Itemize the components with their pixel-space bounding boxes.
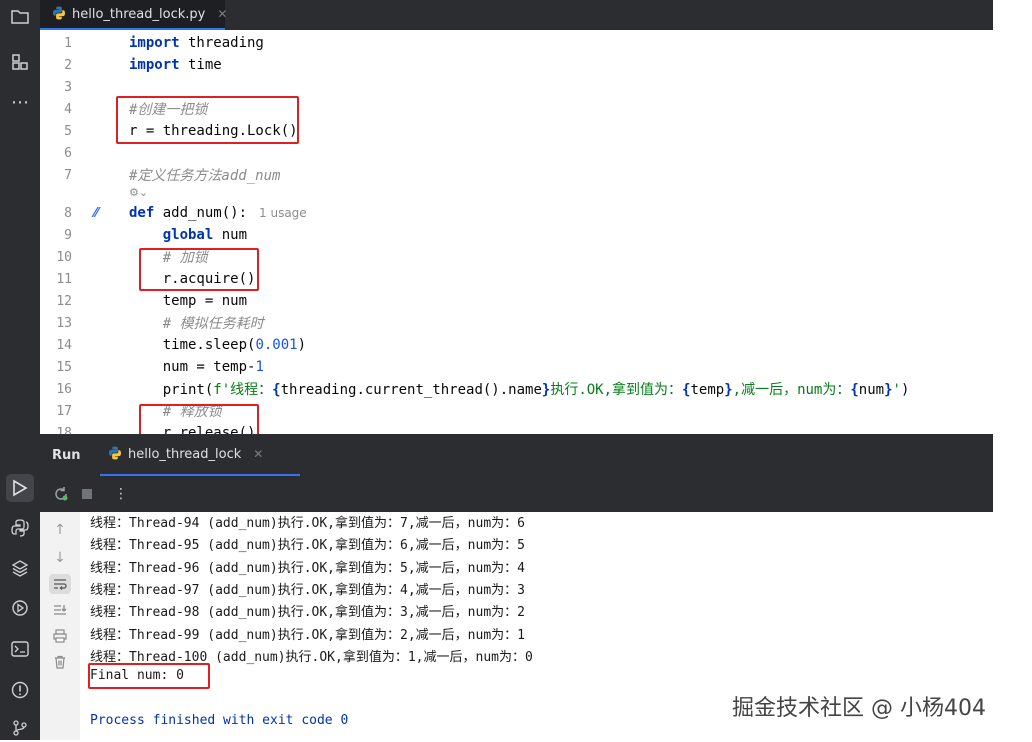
code-editor[interactable]: 1 import threading 2 import time 3 4 #创建一把锁 5 r … bbox=[40, 30, 993, 434]
folder-icon[interactable] bbox=[6, 2, 34, 30]
highlight-final-num bbox=[88, 663, 210, 689]
editor-tab-hello-thread-lock[interactable]: hello_thread_lock.py ✕ bbox=[40, 0, 227, 30]
line-number: 5 bbox=[64, 123, 72, 139]
code-line[interactable]: 8 def add_num(): 1 usage bbox=[40, 202, 993, 224]
highlight-acquire bbox=[139, 248, 259, 291]
soft-wrap-icon[interactable] bbox=[49, 574, 71, 594]
rerun-icon[interactable] bbox=[50, 484, 72, 504]
line-number: 2 bbox=[64, 57, 72, 73]
arrow-up-icon[interactable]: ↑ bbox=[49, 520, 71, 540]
line-number: 17 bbox=[56, 403, 72, 419]
code-line[interactable]: 15 num = temp-1 bbox=[40, 356, 993, 378]
run-side-toolbar: ↑ ↓ bbox=[40, 512, 81, 740]
code-line[interactable]: 9 global num bbox=[40, 224, 993, 246]
editor-tab-label: hello_thread_lock.py bbox=[72, 6, 206, 22]
line-number: 7 bbox=[64, 167, 72, 183]
console-line: 线程：Thread-96 (add_num)执行.OK,拿到值为：5,减一后，n… bbox=[90, 560, 525, 576]
arrow-down-icon[interactable]: ↓ bbox=[49, 548, 71, 568]
console-line: 线程：Thread-95 (add_num)执行.OK,拿到值为：6,减一后，n… bbox=[90, 538, 525, 554]
code-line[interactable]: 7 #定义任务方法add_num bbox=[40, 164, 993, 186]
code-text: import time bbox=[129, 57, 222, 73]
code-line[interactable]: 14 time.sleep(0.001) bbox=[40, 334, 993, 356]
exit-code-line: Process finished with exit code 0 bbox=[90, 712, 349, 728]
ai-assist-icon[interactable]: ⁄⁄ bbox=[94, 206, 98, 221]
line-number: 1 bbox=[64, 35, 72, 51]
console-line: 线程：Thread-99 (add_num)执行.OK,拿到值为：2,减一后，n… bbox=[90, 627, 525, 643]
run-tab-label: hello_thread_lock bbox=[128, 446, 242, 462]
more-icon[interactable]: ⋯ bbox=[6, 88, 34, 116]
line-number: 11 bbox=[56, 271, 72, 287]
problems-icon[interactable] bbox=[6, 676, 34, 704]
highlight-lock-creation bbox=[116, 96, 299, 144]
line-number: 6 bbox=[64, 145, 72, 161]
line-number: 10 bbox=[56, 249, 72, 265]
console-line: 线程：Thread-100 (add_num)执行.OK,拿到值为：1,减一后，… bbox=[90, 649, 533, 665]
trash-icon[interactable] bbox=[49, 652, 71, 672]
python-console-icon[interactable] bbox=[6, 514, 34, 542]
code-text: # 模拟任务耗时 bbox=[162, 316, 264, 332]
line-number: 14 bbox=[56, 337, 72, 353]
console-line: 线程：Thread-94 (add_num)执行.OK,拿到值为：7,减一后，n… bbox=[90, 516, 525, 531]
close-icon[interactable]: ✕ bbox=[253, 447, 263, 461]
line-number: 9 bbox=[64, 227, 72, 243]
code-text: num = temp-1 bbox=[129, 359, 264, 375]
code-text: print(f'线程：{threading.current_thread().n… bbox=[129, 382, 910, 398]
git-icon[interactable] bbox=[6, 714, 34, 742]
run-icon[interactable] bbox=[6, 474, 34, 502]
highlight-release bbox=[139, 404, 259, 434]
terminal-icon[interactable] bbox=[6, 635, 34, 663]
code-line[interactable]: 12 temp = num bbox=[40, 290, 993, 312]
line-number: 4 bbox=[64, 101, 72, 117]
code-text: temp = num bbox=[129, 293, 248, 309]
line-number: 15 bbox=[56, 359, 72, 375]
inlay-hint-icon[interactable]: ⚙⌄ bbox=[129, 186, 148, 199]
line-number: 18 bbox=[56, 425, 72, 435]
run-title: Run bbox=[52, 448, 81, 463]
services-icon[interactable] bbox=[6, 594, 34, 622]
run-tab-hello-thread-lock[interactable]: hello_thread_lock ✕ bbox=[100, 434, 300, 476]
editor-tab-bar: hello_thread_lock.py ✕ bbox=[40, 0, 993, 30]
stop-icon[interactable] bbox=[76, 484, 98, 504]
code-text: import threading bbox=[129, 35, 264, 51]
code-line[interactable]: 2 import time bbox=[40, 54, 993, 76]
more-options-icon[interactable]: ⋮ bbox=[110, 484, 132, 504]
console-line: 线程：Thread-97 (add_num)执行.OK,拿到值为：4,减一后，n… bbox=[90, 582, 525, 598]
left-tool-strip: ⋯ bbox=[0, 0, 40, 740]
line-number: 13 bbox=[56, 315, 72, 331]
code-text: #定义任务方法add_num bbox=[129, 168, 281, 184]
structure-icon[interactable] bbox=[6, 48, 34, 76]
code-line[interactable]: 6 bbox=[40, 142, 993, 164]
code-text: global num bbox=[162, 227, 248, 243]
code-line[interactable]: 13 # 模拟任务耗时 bbox=[40, 312, 993, 334]
code-line[interactable]: 1 import threading bbox=[40, 32, 993, 54]
code-line[interactable]: 16 print(f'线程：{threading.current_thread(… bbox=[40, 378, 993, 400]
python-file-icon bbox=[108, 445, 122, 464]
line-number: 8 bbox=[64, 205, 72, 221]
run-tool-header: Run hello_thread_lock ✕ ⋮ bbox=[40, 434, 993, 512]
line-number: 3 bbox=[64, 79, 72, 95]
layers-icon[interactable] bbox=[6, 554, 34, 582]
line-number: 12 bbox=[56, 293, 72, 309]
line-number: 16 bbox=[56, 381, 72, 397]
code-line[interactable]: 3 bbox=[40, 76, 993, 98]
print-icon[interactable] bbox=[49, 626, 71, 646]
scroll-to-end-icon[interactable] bbox=[49, 600, 71, 620]
watermark: 掘金技术社区 @ 小杨404 bbox=[732, 696, 986, 721]
code-text: time.sleep(0.001) bbox=[129, 337, 307, 353]
code-text: def add_num(): 1 usage bbox=[129, 205, 307, 221]
close-icon[interactable]: ✕ bbox=[217, 7, 227, 21]
python-file-icon bbox=[52, 5, 66, 24]
console-line: 线程：Thread-98 (add_num)执行.OK,拿到值为：3,减一后，n… bbox=[90, 605, 525, 621]
